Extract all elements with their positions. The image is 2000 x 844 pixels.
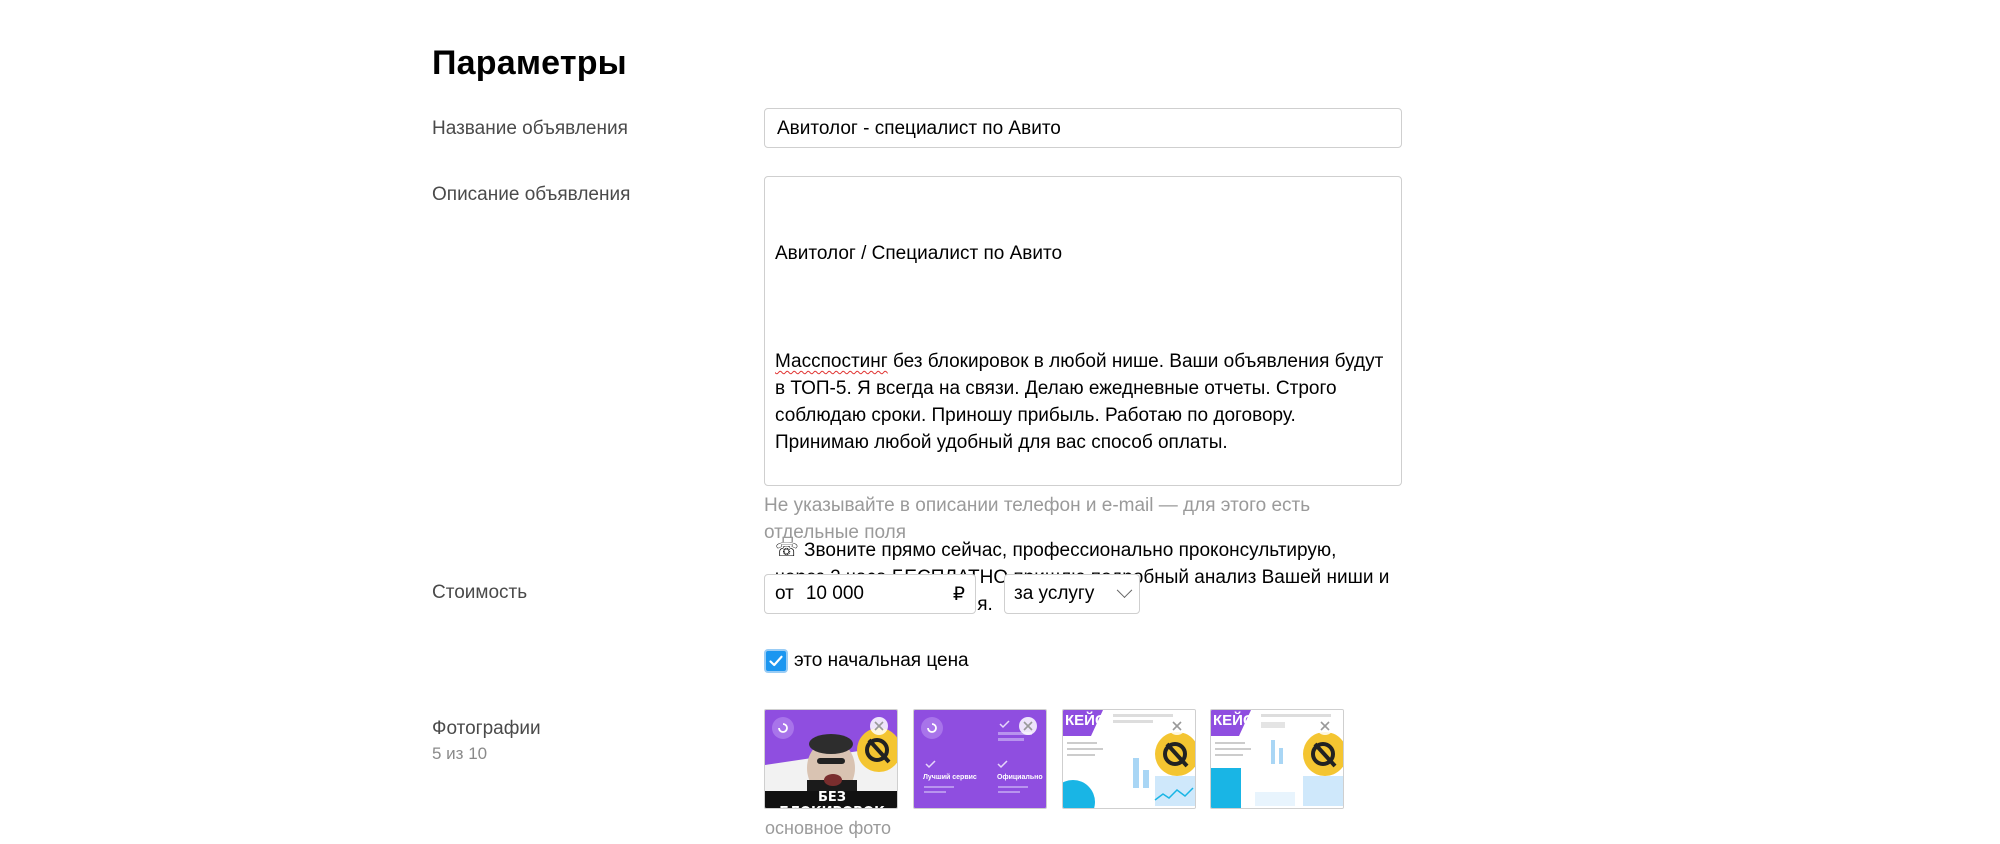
ad-name-label: Название объявления (432, 118, 628, 139)
chevron-down-icon (1116, 581, 1133, 598)
photo-thumbnail-2[interactable]: Лучший сервис Официально (913, 709, 1047, 809)
ruble-currency-icon: ₽ (952, 583, 965, 605)
ad-description-label: Описание объявления (432, 184, 631, 205)
photos-count: 5 из 10 (432, 744, 488, 763)
photo-2-text-1: Лучший сервис (923, 774, 977, 781)
initial-price-option: это начальная цена (764, 649, 969, 673)
photo-4-text: КЕЙС (1213, 712, 1254, 729)
initial-price-checkbox-label[interactable]: это начальная цена (794, 650, 969, 672)
spellcheck-misspelled-word[interactable]: Масспостинг (775, 351, 888, 372)
photo-2-text-2: Официально (997, 774, 1043, 781)
initial-price-checkbox[interactable] (764, 649, 788, 673)
photo-2-image (914, 710, 1046, 808)
price-unit-value: за услугу (1014, 583, 1095, 604)
description-paragraph-2: Масспостинг без блокировок в любой нише.… (775, 348, 1391, 456)
price-unit-select[interactable]: за услугу (1004, 574, 1140, 614)
ad-parameters-page: Параметры Название объявления Авитолог -… (0, 0, 2000, 844)
photo-thumbnail-1[interactable]: БЕЗ БЛОКИРОВОК (764, 709, 898, 809)
checkmark-icon (769, 655, 783, 667)
price-prefix: от (775, 583, 794, 604)
main-photo-caption: основное фото (765, 818, 891, 838)
description-hint: Не указывайте в описании телефон и e-mai… (764, 495, 1311, 543)
photos-label: Фотографии (432, 718, 541, 739)
price-value: 10 000 (805, 583, 864, 604)
price-label: Стоимость (432, 582, 528, 603)
ad-description-textarea[interactable]: Авитолог / Специалист по Авито Масспости… (764, 176, 1402, 615)
description-line-1: Авитолог / Специалист по Авито (775, 243, 1063, 264)
page-title: Параметры (432, 44, 627, 82)
photo-thumbnail-4[interactable]: КЕЙС (1210, 709, 1344, 809)
photo-3-text: КЕЙС (1065, 712, 1106, 729)
ad-name-input[interactable]: Авитолог - специалист по Авито (764, 108, 1402, 148)
price-input[interactable]: от 10 000 ₽ (764, 574, 976, 614)
photo-1-caption: БЕЗ БЛОКИРОВОК (779, 790, 884, 808)
photo-thumbnail-3[interactable]: КЕЙС (1062, 709, 1196, 809)
